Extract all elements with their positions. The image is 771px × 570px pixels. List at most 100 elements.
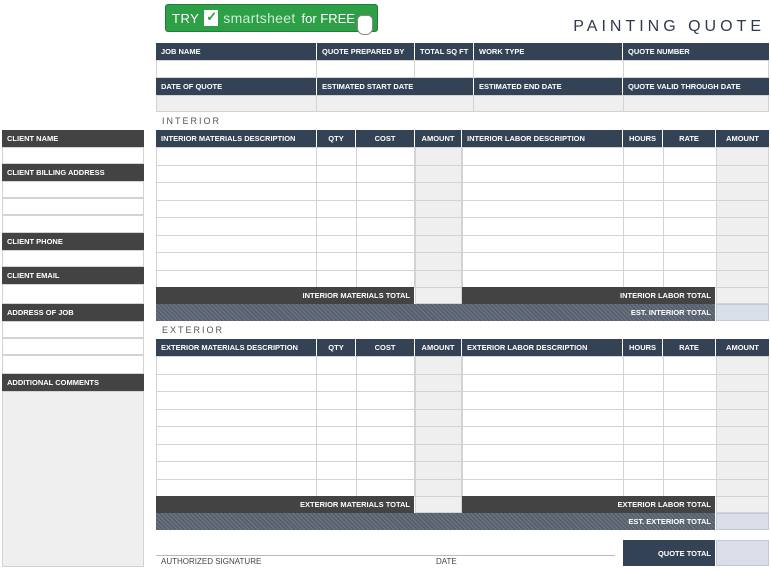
hours-cell[interactable] [623,408,664,427]
materials-description-cell[interactable] [156,164,317,183]
materials-description-cell[interactable] [156,461,317,480]
rate-cell[interactable] [663,356,717,375]
rate-cell[interactable] [663,199,717,218]
materials-description-cell[interactable] [156,252,317,271]
labor-amount-cell[interactable] [716,478,769,497]
cost-cell[interactable] [356,217,415,236]
quote-prepared-by-field[interactable] [316,60,415,78]
rate-cell[interactable] [663,391,717,410]
hours-cell[interactable] [623,199,664,218]
labor-description-cell[interactable] [462,269,624,288]
cost-cell[interactable] [356,461,415,480]
materials-amount-cell[interactable] [415,147,462,166]
hours-cell[interactable] [623,373,664,392]
job-address-line-2[interactable] [2,338,144,355]
qty-cell[interactable] [316,252,357,271]
rate-cell[interactable] [663,164,717,183]
hours-cell[interactable] [623,426,664,445]
rate-cell[interactable] [663,408,717,427]
rate-cell[interactable] [663,443,717,462]
materials-amount-cell[interactable] [415,461,462,480]
materials-amount-cell[interactable] [415,443,462,462]
rate-cell[interactable] [663,373,717,392]
materials-amount-cell[interactable] [415,252,462,271]
materials-amount-cell[interactable] [415,269,462,288]
rate-cell[interactable] [663,234,717,253]
estimated-start-date-field[interactable] [316,95,474,112]
materials-description-cell[interactable] [156,199,317,218]
cost-cell[interactable] [356,478,415,497]
qty-cell[interactable] [316,426,357,445]
total-sq-ft-field[interactable] [414,60,474,78]
labor-description-cell[interactable] [462,461,624,480]
materials-description-cell[interactable] [156,234,317,253]
hours-cell[interactable] [623,269,664,288]
qty-cell[interactable] [316,408,357,427]
qty-cell[interactable] [316,234,357,253]
hours-cell[interactable] [623,147,664,166]
materials-amount-cell[interactable] [415,234,462,253]
labor-description-cell[interactable] [462,408,624,427]
labor-amount-cell[interactable] [716,234,769,253]
quote-valid-through-field[interactable] [623,95,769,112]
labor-description-cell[interactable] [462,391,624,410]
additional-comments-field[interactable] [2,391,144,567]
cost-cell[interactable] [356,391,415,410]
estimated-end-date-field[interactable] [473,95,624,112]
labor-description-cell[interactable] [462,478,624,497]
hours-cell[interactable] [623,478,664,497]
labor-description-cell[interactable] [462,217,624,236]
labor-amount-cell[interactable] [716,164,769,183]
cost-cell[interactable] [356,199,415,218]
quote-number-field[interactable] [623,60,769,78]
cost-cell[interactable] [356,408,415,427]
materials-amount-cell[interactable] [415,199,462,218]
labor-amount-cell[interactable] [716,408,769,427]
materials-description-cell[interactable] [156,147,317,166]
materials-description-cell[interactable] [156,391,317,410]
materials-description-cell[interactable] [156,426,317,445]
labor-amount-cell[interactable] [716,426,769,445]
labor-description-cell[interactable] [462,443,624,462]
billing-address-line-2[interactable] [2,198,144,215]
labor-amount-cell[interactable] [716,373,769,392]
materials-amount-cell[interactable] [415,391,462,410]
materials-amount-cell[interactable] [415,164,462,183]
materials-description-cell[interactable] [156,443,317,462]
labor-amount-cell[interactable] [716,461,769,480]
qty-cell[interactable] [316,199,357,218]
materials-amount-cell[interactable] [415,217,462,236]
cost-cell[interactable] [356,164,415,183]
labor-description-cell[interactable] [462,164,624,183]
qty-cell[interactable] [316,164,357,183]
labor-description-cell[interactable] [462,426,624,445]
cost-cell[interactable] [356,182,415,201]
try-smartsheet-banner[interactable]: TRY smartsheet for FREE [165,4,378,35]
qty-cell[interactable] [316,391,357,410]
hours-cell[interactable] [623,461,664,480]
materials-description-cell[interactable] [156,182,317,201]
cost-cell[interactable] [356,252,415,271]
qty-cell[interactable] [316,217,357,236]
cost-cell[interactable] [356,269,415,288]
materials-amount-cell[interactable] [415,356,462,375]
qty-cell[interactable] [316,443,357,462]
client-phone-field[interactable] [2,250,144,267]
cost-cell[interactable] [356,234,415,253]
qty-cell[interactable] [316,373,357,392]
hours-cell[interactable] [623,356,664,375]
rate-cell[interactable] [663,182,717,201]
labor-amount-cell[interactable] [716,252,769,271]
hours-cell[interactable] [623,164,664,183]
job-name-field[interactable] [156,60,317,78]
labor-amount-cell[interactable] [716,217,769,236]
labor-description-cell[interactable] [462,182,624,201]
rate-cell[interactable] [663,252,717,271]
labor-description-cell[interactable] [462,199,624,218]
hours-cell[interactable] [623,217,664,236]
materials-amount-cell[interactable] [415,478,462,497]
materials-description-cell[interactable] [156,478,317,497]
labor-description-cell[interactable] [462,373,624,392]
materials-description-cell[interactable] [156,408,317,427]
hours-cell[interactable] [623,252,664,271]
